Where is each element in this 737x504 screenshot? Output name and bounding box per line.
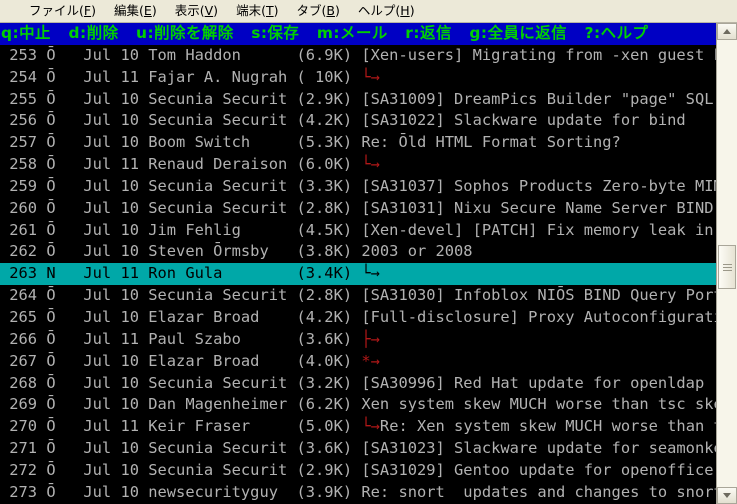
menu-item-edit[interactable]: 編集(E) (105, 0, 166, 22)
terminal-screen[interactable]: q:中止 d:削除 u:削除を解除 s:保存 m:メール r:返信 g:全員に返… (0, 23, 716, 504)
message-row-meta: 271 Ō Jul 10 Secunia Securit (3.6K) (0, 439, 362, 458)
message-row-meta: 272 Ō Jul 10 Secunia Securit (2.9K) (0, 460, 362, 479)
menu-item-label: ファイル (29, 3, 80, 18)
message-subject: [SA31031] Nixu Secure Name Server BIND Q… (361, 198, 716, 217)
menu-item-tabs[interactable]: タブ(B) (288, 0, 349, 22)
message-row-meta: 265 Ō Jul 10 Elazar Broad (4.2K) (0, 307, 362, 326)
message-row-meta: 256 Ō Jul 10 Secunia Securit (4.2K) (0, 111, 362, 130)
message-row[interactable]: 265 Ō Jul 10 Elazar Broad (4.2K) [Full-d… (0, 307, 716, 329)
menu-item-label: 端末 (236, 3, 262, 18)
menu-item-label: 表示 (174, 3, 200, 18)
menu-bar: ファイル(F) 編集(E) 表示(V) 端末(T) タブ(B) ヘルプ(H) (0, 0, 737, 23)
menu-item-file[interactable]: ファイル(F) (20, 0, 105, 22)
message-row-meta: 267 Ō Jul 10 Elazar Broad (4.0K) (0, 351, 362, 370)
message-row-meta: 270 Ō Jul 11 Keir Fraser (5.0K) (0, 417, 362, 436)
message-subject: [SA31030] Infoblox NIŌS BIND Query Port … (361, 286, 716, 305)
message-row-meta: 255 Ō Jul 10 Secunia Securit (2.9K) (0, 89, 362, 108)
message-row[interactable]: 268 Ō Jul 10 Secunia Securit (3.2K) [SA3… (0, 373, 716, 395)
message-row-meta: 266 Ō Jul 11 Paul Szabo (3.6K) (0, 329, 362, 348)
thread-arrow-icon: *→ (361, 351, 380, 370)
thread-arrow-icon: └→ (361, 417, 380, 436)
message-subject: [Xen-devel] [PATCH] Fix memory leak in x… (361, 220, 716, 239)
message-subject: Re: Xen system skew MUCH worse than ts (379, 417, 716, 436)
message-subject: [SA31023] Slackware update for seamonkey (361, 439, 716, 458)
message-row-meta: 273 Ō Jul 10 newsecurityguy (3.9K) (0, 482, 362, 501)
thread-arrow-icon: ├→ (361, 329, 380, 348)
message-row[interactable]: 273 Ō Jul 10 newsecurityguy (3.9K) Re: s… (0, 482, 716, 504)
menu-item-mnemonic: (B) (321, 3, 340, 18)
scrollbar-grip-icon (722, 266, 732, 268)
message-row[interactable]: 253 Ō Jul 10 Tom Haddon (6.9K) [Xen-user… (0, 45, 716, 67)
mutt-message-index[interactable]: 253 Ō Jul 10 Tom Haddon (6.9K) [Xen-user… (0, 45, 716, 504)
message-row[interactable]: 266 Ō Jul 11 Paul Szabo (3.6K) ├→ (0, 329, 716, 351)
window-body: q:中止 d:削除 u:削除を解除 s:保存 m:メール r:返信 g:全員に返… (0, 23, 737, 504)
message-row[interactable]: 271 Ō Jul 10 Secunia Securit (3.6K) [SA3… (0, 438, 716, 460)
message-row-meta: 259 Ō Jul 10 Secunia Securit (3.3K) (0, 176, 362, 195)
message-row[interactable]: 264 Ō Jul 10 Secunia Securit (2.8K) [SA3… (0, 285, 716, 307)
message-subject: [SA30996] Red Hat update for openldap (361, 373, 705, 392)
message-row-meta: 269 Ō Jul 10 Dan Magenheimer (6.2K) (0, 395, 362, 414)
menu-item-mnemonic: (E) (139, 3, 157, 18)
mutt-helper-line: q:中止 d:削除 u:削除を解除 s:保存 m:メール r:返信 g:全員に返… (0, 23, 716, 45)
message-row[interactable]: 255 Ō Jul 10 Secunia Securit (2.9K) [SA3… (0, 89, 716, 111)
menu-item-terminal[interactable]: 端末(T) (227, 0, 287, 22)
message-row[interactable]: 270 Ō Jul 11 Keir Fraser (5.0K) └→Re: Xe… (0, 416, 716, 438)
message-row-meta: 257 Ō Jul 10 Boom Switch (5.3K) (0, 133, 362, 152)
message-subject: [Xen-users] Migrating from -xen guest ke… (361, 45, 716, 64)
message-subject: [SA31029] Gentoo update for openoffice a… (361, 460, 716, 479)
message-row[interactable]: 272 Ō Jul 10 Secunia Securit (2.9K) [SA3… (0, 460, 716, 482)
message-subject: Re: Ōld HTML Format Sorting? (361, 133, 621, 152)
scroll-down-button[interactable] (717, 487, 737, 504)
message-row[interactable]: 269 Ō Jul 10 Dan Magenheimer (6.2K) Xen … (0, 394, 716, 416)
message-subject: 2003 or 2008 (361, 242, 473, 261)
message-row[interactable]: 260 Ō Jul 10 Secunia Securit (2.8K) [SA3… (0, 198, 716, 220)
message-row-meta: 262 Ō Jul 10 Steven Ōrmsby (3.8K) (0, 242, 362, 261)
message-subject: [SA31009] DreamPics Builder "page" SQL I… (361, 89, 716, 108)
menu-item-view[interactable]: 表示(V) (166, 0, 227, 22)
thread-arrow-icon: └→ (361, 155, 380, 174)
menu-item-mnemonic: (F) (79, 3, 96, 18)
scroll-down-icon (723, 493, 731, 498)
menu-item-mnemonic: (V) (199, 3, 219, 18)
message-subject: Xen system skew MUCH worse than tsc skew (361, 395, 716, 414)
message-row[interactable]: 258 Ō Jul 11 Renaud Deraison (6.0K) └→ (0, 154, 716, 176)
menu-item-help[interactable]: ヘルプ(H) (349, 0, 424, 22)
message-row[interactable]: 256 Ō Jul 10 Secunia Securit (4.2K) [SA3… (0, 110, 716, 132)
message-row-meta: 264 Ō Jul 10 Secunia Securit (2.8K) (0, 286, 362, 305)
message-row[interactable]: 259 Ō Jul 10 Secunia Securit (3.3K) [SA3… (0, 176, 716, 198)
message-row[interactable]: 263 N Jul 11 Ron Gula (3.4K) └→ (0, 263, 716, 286)
message-subject: Re: snort updates and changes to snort.c (361, 482, 716, 501)
message-subject: [SA31022] Slackware update for bind (361, 111, 686, 130)
message-row[interactable]: 267 Ō Jul 10 Elazar Broad (4.0K) *→ (0, 351, 716, 373)
message-row-meta: 261 Ō Jul 10 Jim Fehlig (4.5K) (0, 220, 362, 239)
scroll-up-button[interactable] (717, 23, 737, 40)
scrollbar-thumb[interactable] (718, 245, 736, 289)
scroll-up-icon (723, 29, 731, 34)
menu-item-label: 編集 (114, 3, 140, 18)
message-row-meta: 260 Ō Jul 10 Secunia Securit (2.8K) (0, 198, 362, 217)
menu-item-mnemonic: (H) (395, 3, 415, 18)
thread-arrow-icon: └→ (361, 67, 380, 86)
message-row-meta: 263 N Jul 11 Ron Gula (3.4K) (0, 264, 362, 283)
message-row-meta: 253 Ō Jul 10 Tom Haddon (6.9K) (0, 45, 362, 64)
terminal-window: ファイル(F) 編集(E) 表示(V) 端末(T) タブ(B) ヘルプ(H) q:中止 d… (0, 0, 737, 504)
menu-item-label: ヘルプ (357, 3, 396, 18)
message-subject: [SA31037] Sophos Products Zero-byte MIME (361, 176, 716, 195)
menu-item-mnemonic: (T) (261, 3, 279, 18)
thread-arrow-icon: └→ (361, 264, 380, 283)
message-row-meta: 254 Ō Jul 11 Fajar A. Nugrah ( 10K) (0, 67, 362, 86)
scrollbar-trough[interactable] (717, 40, 737, 487)
message-row-meta: 258 Ō Jul 11 Renaud Deraison (6.0K) (0, 155, 362, 174)
message-row-meta: 268 Ō Jul 10 Secunia Securit (3.2K) (0, 373, 362, 392)
menu-item-label: タブ (296, 3, 322, 18)
vertical-scrollbar[interactable] (716, 23, 737, 504)
message-row[interactable]: 261 Ō Jul 10 Jim Fehlig (4.5K) [Xen-deve… (0, 220, 716, 242)
message-row[interactable]: 254 Ō Jul 11 Fajar A. Nugrah ( 10K) └→ (0, 67, 716, 89)
message-row[interactable]: 262 Ō Jul 10 Steven Ōrmsby (3.8K) 2003 o… (0, 241, 716, 263)
message-row[interactable]: 257 Ō Jul 10 Boom Switch (5.3K) Re: Ōld … (0, 132, 716, 154)
message-subject: [Full-disclosure] Proxy Autoconfiguratio… (361, 307, 716, 326)
